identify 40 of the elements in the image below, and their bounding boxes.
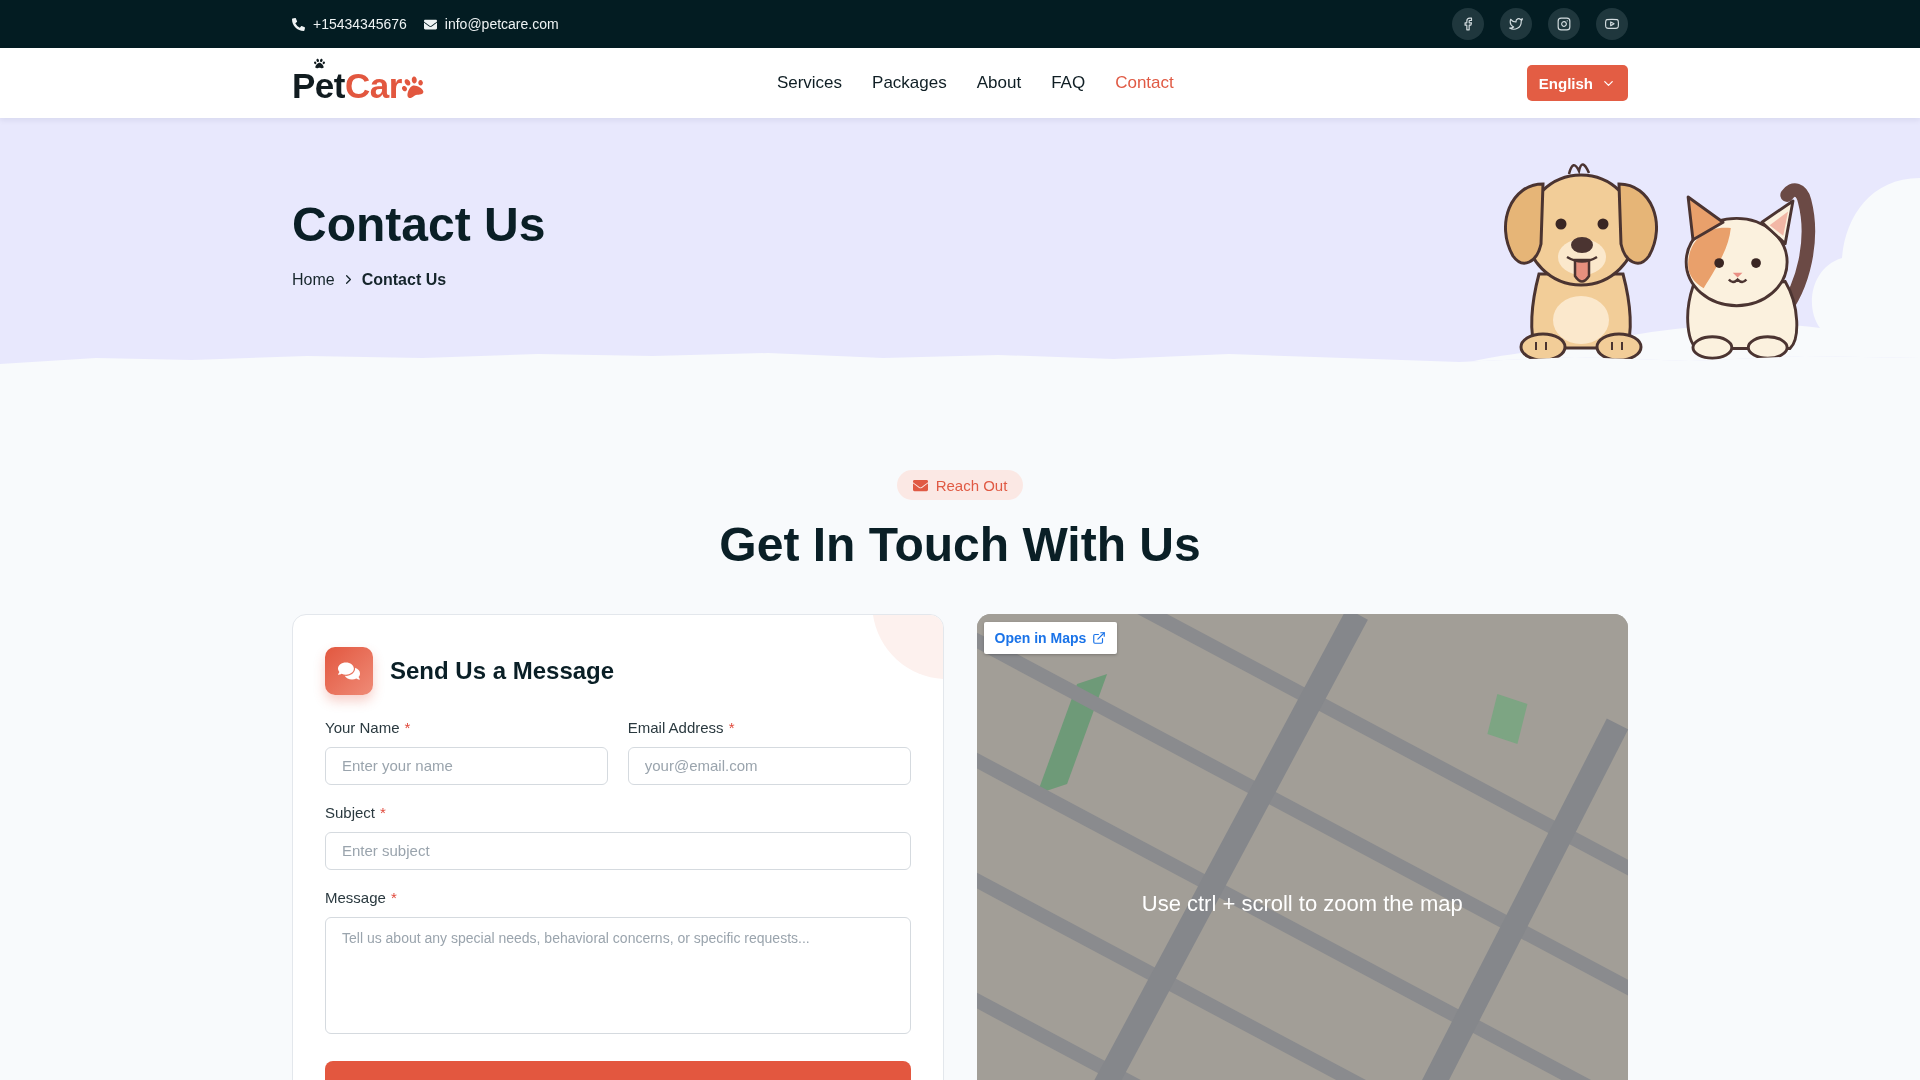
open-in-maps-link[interactable]: Open in Maps <box>983 621 1118 654</box>
map-zoom-hint: Use ctrl + scroll to zoom the map <box>1141 890 1463 917</box>
paw-icon <box>314 57 325 69</box>
field-label: Your Name <box>325 717 400 738</box>
page-title: Contact Us <box>292 197 546 253</box>
input-field[interactable]: Enter subject <box>325 831 911 870</box>
field-label: Message <box>325 887 386 908</box>
email-field[interactable]: your@email.com <box>627 746 911 785</box>
required-asterisk: * <box>728 717 735 738</box>
required-asterisk: * <box>380 802 386 823</box>
required-asterisk: * <box>404 717 411 738</box>
field-label: Email Address <box>627 717 724 738</box>
badge-label: Reach Out <box>935 476 1008 494</box>
section-heading: Get In Touch With Us <box>719 517 1201 573</box>
language-button[interactable]: English <box>1526 65 1628 101</box>
nav-link[interactable]: About <box>976 73 1022 93</box>
envelope-icon <box>912 477 928 493</box>
envelope-icon <box>423 17 437 31</box>
phone-icon <box>292 17 305 31</box>
instagram-icon[interactable] <box>1548 8 1580 40</box>
chat-bubbles-icon <box>325 646 373 695</box>
input-field[interactable]: Enter your name <box>325 746 608 785</box>
nav-link[interactable]: Contact <box>1115 73 1174 93</box>
breadcrumb-link[interactable]: Contact Us <box>361 267 447 292</box>
logo-wordmark[interactable]: PetCar <box>292 67 402 103</box>
nav-link[interactable]: FAQ <box>1051 73 1086 93</box>
phone-number: +15434345676 <box>313 16 407 32</box>
field-label: Subject <box>325 802 376 823</box>
required-asterisk: * <box>390 887 397 908</box>
external-link-icon <box>1092 630 1107 645</box>
breadcrumb-link[interactable]: Home <box>292 267 335 292</box>
form-title: Send Us a Message <box>390 656 615 685</box>
message-field[interactable]: Tell us about any special needs, behavioral concerns, or specific requests... <box>325 916 911 1034</box>
nav-link[interactable]: Services <box>776 73 843 93</box>
facebook-icon[interactable] <box>1452 8 1484 40</box>
corner-circle-decoration <box>872 614 943 679</box>
nav-link[interactable]: Packages <box>872 73 947 93</box>
email-address: info@petcare.com <box>444 16 559 32</box>
twitter-icon[interactable] <box>1500 8 1532 40</box>
youtube-icon[interactable] <box>1596 8 1628 40</box>
